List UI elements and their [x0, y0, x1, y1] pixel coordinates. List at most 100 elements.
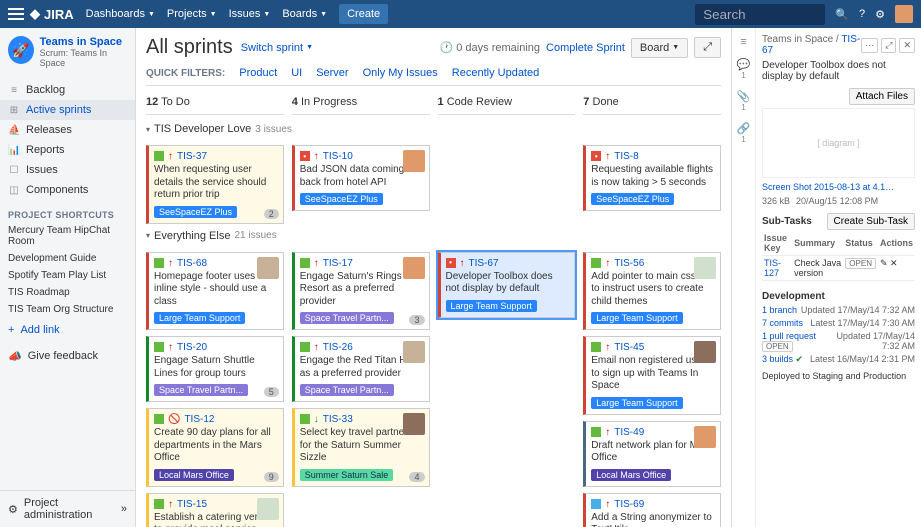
- swimlane-dev-love[interactable]: ▾TIS Developer Love 3 issues: [146, 123, 721, 135]
- epic-label[interactable]: SeeSpaceEZ Plus: [154, 206, 237, 218]
- nav-dashboards[interactable]: Dashboards▼: [86, 8, 155, 20]
- attach-files-button[interactable]: Attach Files: [849, 88, 915, 105]
- assignee-avatar[interactable]: [403, 341, 425, 363]
- priority-up-icon: ↑: [314, 258, 319, 269]
- close-icon[interactable]: ✕: [899, 38, 915, 53]
- shortcuts-title: PROJECT SHORTCUTS: [0, 204, 135, 222]
- jira-logo[interactable]: ◆JIRA: [30, 6, 74, 22]
- card-tis67[interactable]: •↑TIS-67 Developer Toolbox does not disp…: [438, 252, 576, 318]
- sidebar-components[interactable]: ◫Components: [0, 180, 135, 200]
- detail-fields-icon[interactable]: ≡: [740, 36, 746, 48]
- card-tis56[interactable]: ↑TIS-56 Add pointer to main css file to …: [583, 252, 721, 331]
- fullscreen-button[interactable]: ⤢: [694, 37, 721, 58]
- assignee-avatar[interactable]: [694, 426, 716, 448]
- project-header[interactable]: 🚀 Teams in Space Scrum: Teams In Space: [0, 28, 135, 76]
- epic-label[interactable]: Large Team Support: [154, 312, 245, 324]
- assignee-avatar[interactable]: [403, 413, 425, 435]
- subtask-row[interactable]: TIS-127 Check Java version OPEN ✎ ✕: [762, 256, 915, 281]
- user-avatar[interactable]: [895, 5, 913, 23]
- detail-comments-icon[interactable]: 💬1: [737, 58, 751, 80]
- card-tis49[interactable]: ↑TIS-49 Draft network plan for Mars Offi…: [583, 421, 721, 487]
- edit-icon[interactable]: ✎: [880, 258, 888, 268]
- assignee-avatar[interactable]: [257, 498, 279, 520]
- development-header: Development: [762, 291, 915, 302]
- shortcut-link[interactable]: Spotify Team Play List: [0, 267, 135, 284]
- assignee-avatar[interactable]: [694, 257, 716, 279]
- dev-builds[interactable]: 3 builds: [762, 354, 793, 364]
- nav-boards[interactable]: Boards▼: [282, 8, 327, 20]
- dev-commits[interactable]: 7 commits: [762, 318, 803, 328]
- search-icon[interactable]: 🔍: [835, 8, 849, 21]
- epic-label[interactable]: Space Travel Partn...: [300, 312, 394, 324]
- gear-icon[interactable]: ⚙: [875, 8, 885, 21]
- assignee-avatar[interactable]: [694, 341, 716, 363]
- assignee-avatar[interactable]: [403, 150, 425, 172]
- dev-pr[interactable]: 1 pull request: [762, 331, 816, 341]
- epic-label[interactable]: SeeSpaceEZ Plus: [591, 193, 674, 205]
- card-tis37[interactable]: ↑TIS-37 When requesting user details the…: [146, 145, 284, 224]
- epic-label[interactable]: Local Mars Office: [591, 469, 671, 481]
- epic-label[interactable]: Space Travel Partn...: [154, 384, 248, 396]
- search-input[interactable]: [695, 4, 825, 25]
- nav-projects[interactable]: Projects▼: [167, 8, 217, 20]
- attachment-thumbnail[interactable]: [ diagram ]: [762, 108, 915, 178]
- epic-label[interactable]: Local Mars Office: [154, 469, 234, 481]
- card-tis12[interactable]: 🚫TIS-12 Create 90 day plans for all depa…: [146, 408, 284, 487]
- give-feedback[interactable]: 📣Give feedback: [0, 342, 135, 371]
- filter-recent[interactable]: Recently Updated: [452, 67, 539, 79]
- card-tis20[interactable]: ↑TIS-20 Engage Saturn Shuttle Lines for …: [146, 336, 284, 402]
- more-icon[interactable]: ⋯: [861, 38, 878, 53]
- card-tis15[interactable]: ↑TIS-15 Establish a catering vendor to p…: [146, 493, 284, 527]
- complete-sprint[interactable]: Complete Sprint: [546, 42, 625, 54]
- sidebar-releases[interactable]: ⛵Releases: [0, 120, 135, 140]
- create-button[interactable]: Create: [339, 4, 388, 24]
- epic-label[interactable]: Summer Saturn Sale: [300, 469, 394, 481]
- sidebar-issues[interactable]: ☐Issues: [0, 160, 135, 180]
- quick-filters-label: QUICK FILTERS:: [146, 68, 225, 79]
- nav-issues[interactable]: Issues▼: [229, 8, 271, 20]
- card-tis17[interactable]: ↑TIS-17 Engage Saturn's Rings Resort as …: [292, 252, 430, 331]
- card-tis10[interactable]: •↑TIS-10 Bad JSON data coming back from …: [292, 145, 430, 211]
- dev-branch[interactable]: 1 branch: [762, 305, 797, 315]
- blocked-icon: 🚫: [168, 414, 180, 425]
- project-admin[interactable]: ⚙Project administration»: [0, 490, 135, 527]
- filter-ui[interactable]: UI: [291, 67, 302, 79]
- add-link-button[interactable]: +Add link: [0, 318, 135, 342]
- sidebar-reports[interactable]: 📊Reports: [0, 140, 135, 160]
- shortcut-link[interactable]: TIS Roadmap: [0, 284, 135, 301]
- filter-my-issues[interactable]: Only My Issues: [363, 67, 438, 79]
- card-tis69[interactable]: ↑TIS-69 Add a String anonymizer to TextU…: [583, 493, 721, 527]
- epic-label[interactable]: Space Travel Partn...: [300, 384, 394, 396]
- filter-product[interactable]: Product: [239, 67, 277, 79]
- delete-icon[interactable]: ✕: [890, 258, 898, 268]
- detail-attach-icon[interactable]: 📎1: [737, 90, 751, 112]
- card-tis45[interactable]: ↑TIS-45 Email non registered users to si…: [583, 336, 721, 415]
- epic-label[interactable]: SeeSpaceEZ Plus: [300, 193, 383, 205]
- card-tis33[interactable]: ↓TIS-33 Select key travel partners for t…: [292, 408, 430, 487]
- shortcut-link[interactable]: TIS Team Org Structure: [0, 301, 135, 318]
- menu-icon[interactable]: [8, 8, 24, 20]
- swimlane-else[interactable]: ▾Everything Else 21 issues: [146, 230, 721, 242]
- assignee-avatar[interactable]: [403, 257, 425, 279]
- help-icon[interactable]: ?: [859, 8, 865, 20]
- card-tis68[interactable]: ↑TIS-68 Homepage footer uses an inline s…: [146, 252, 284, 331]
- switch-sprint[interactable]: Switch sprint▼: [241, 42, 313, 54]
- expand-icon[interactable]: ⤢: [881, 38, 896, 53]
- filter-server[interactable]: Server: [316, 67, 348, 79]
- epic-label[interactable]: Large Team Support: [591, 397, 682, 409]
- card-tis8[interactable]: •↑TIS-8 Requesting available flights is …: [583, 145, 721, 211]
- card-tis26[interactable]: ↑TIS-26 Engage the Red Titan Hotel as a …: [292, 336, 430, 402]
- board-menu[interactable]: Board▼: [631, 38, 688, 58]
- assignee-avatar[interactable]: [257, 257, 279, 279]
- sidebar-backlog[interactable]: ≡Backlog: [0, 80, 135, 100]
- sidebar-active-sprints[interactable]: ⊞Active sprints: [0, 100, 135, 120]
- attachment-name[interactable]: Screen Shot 2015-08-13 at 4.1…: [762, 182, 894, 192]
- shortcut-link[interactable]: Development Guide: [0, 250, 135, 267]
- detail-link-icon[interactable]: 🔗1: [737, 122, 751, 144]
- task-icon: [591, 499, 601, 509]
- shortcut-link[interactable]: Mercury Team HipChat Room: [0, 222, 135, 250]
- story-icon: [591, 258, 601, 268]
- epic-label[interactable]: Large Team Support: [446, 300, 537, 312]
- epic-label[interactable]: Large Team Support: [591, 312, 682, 324]
- create-subtask-button[interactable]: Create Sub-Task: [827, 213, 915, 230]
